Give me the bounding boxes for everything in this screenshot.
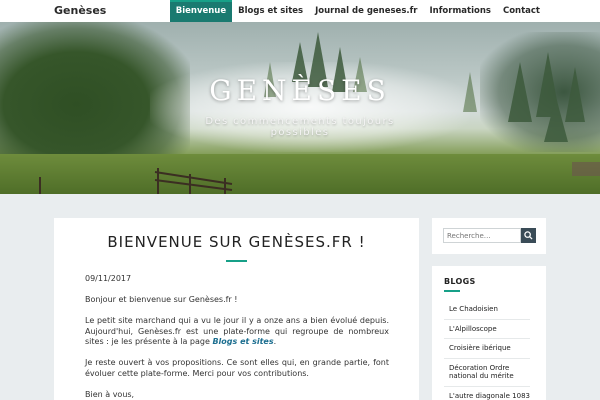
- article-date: 09/11/2017: [85, 274, 132, 283]
- article-body: Bonjour et bienvenue sur Genèses.fr ! Le…: [85, 295, 389, 400]
- search-icon: [524, 231, 533, 240]
- blogs-list: Le Chadoisien L'Alpilloscope Croisière i…: [444, 300, 530, 400]
- blog-link[interactable]: Décoration Ordre national du mérite: [444, 359, 530, 387]
- menu-item-journal[interactable]: Journal de geneses.fr: [309, 0, 423, 22]
- site-tagline: Des commencements toujours possibles: [205, 116, 395, 138]
- blogs-et-sites-link[interactable]: Blogs et sites: [212, 337, 273, 346]
- blog-link[interactable]: L'autre diagonale 1083: [444, 387, 530, 400]
- article-paragraph: Je reste ouvert à vos propositions. Ce s…: [85, 358, 389, 378]
- hero-tree-silhouettes: [39, 32, 600, 194]
- article-title: BIENVENUE SUR GENÈSES.FR !: [107, 233, 366, 251]
- menu-item-blogs-et-sites[interactable]: Blogs et sites: [232, 0, 309, 22]
- article-paragraph: Bonjour et bienvenue sur Genèses.fr !: [85, 295, 238, 304]
- article-text: .: [273, 337, 277, 346]
- search-widget: [432, 218, 546, 254]
- title-divider: [226, 260, 247, 262]
- blogs-divider: [444, 290, 460, 292]
- search-input[interactable]: [443, 228, 521, 243]
- blog-link[interactable]: Le Chadoisien: [444, 300, 530, 320]
- search-button[interactable]: [521, 228, 536, 243]
- blog-link[interactable]: Croisière ibérique: [444, 339, 530, 359]
- site-brand[interactable]: Genèses: [54, 4, 106, 17]
- main-menu: Bienvenue Blogs et sites Journal de gene…: [169, 0, 546, 22]
- top-navigation: Genèses Bienvenue Blogs et sites Journal…: [0, 0, 600, 22]
- menu-item-bienvenue[interactable]: Bienvenue: [169, 0, 233, 22]
- site-title: GENÈSES: [209, 74, 391, 107]
- blogs-heading: BLOGS: [444, 277, 476, 286]
- menu-item-informations[interactable]: Informations: [424, 0, 497, 22]
- article-paragraph: Bien à vous,: [85, 389, 135, 399]
- blogs-widget: BLOGS Le Chadoisien L'Alpilloscope Crois…: [432, 266, 546, 400]
- article-card: BIENVENUE SUR GENÈSES.FR ! 09/11/2017 Bo…: [54, 218, 419, 400]
- blog-link[interactable]: L'Alpilloscope: [444, 320, 530, 339]
- hero-banner: GENÈSES Des commencements toujours possi…: [0, 22, 600, 194]
- article-paragraph: Le petit site marchand qui a vu le jour …: [85, 316, 389, 348]
- menu-item-contact[interactable]: Contact: [497, 0, 546, 22]
